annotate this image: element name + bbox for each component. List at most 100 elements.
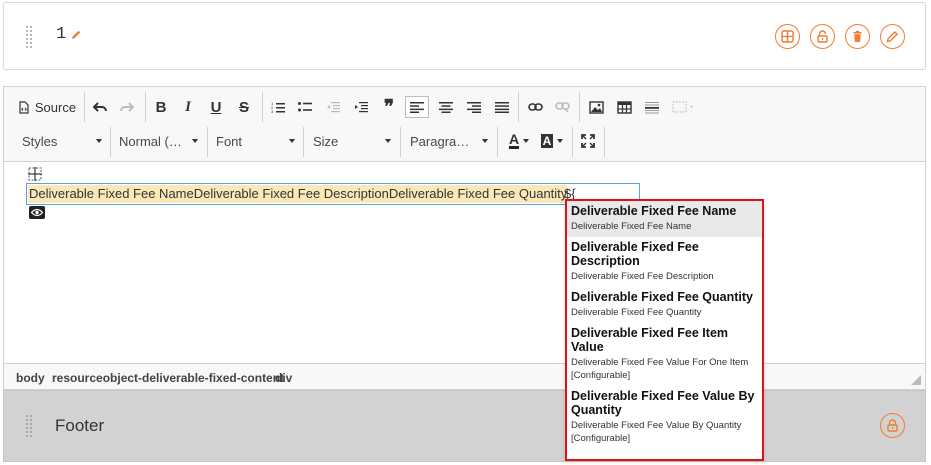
italic-icon: I (185, 98, 191, 115)
underline-button[interactable]: U (206, 95, 226, 119)
autocomplete-item[interactable]: Deliverable Fixed Fee Name Deliverable F… (567, 201, 762, 237)
strikethrough-button[interactable]: S (234, 95, 254, 119)
text-color-icon: A (508, 131, 520, 149)
pencil-icon (886, 31, 898, 43)
autocomplete-item[interactable]: Deliverable Fixed Fee Item Value Deliver… (567, 323, 762, 386)
align-right-icon (467, 102, 481, 113)
image-icon (588, 100, 604, 114)
redo-button[interactable] (117, 95, 137, 119)
eye-icon (31, 208, 43, 217)
path-item-div[interactable]: div (275, 371, 292, 385)
unlink-icon (554, 102, 570, 113)
align-right-button[interactable] (464, 95, 484, 119)
format-dropdown[interactable]: Normal (… (114, 130, 202, 152)
delete-button[interactable] (845, 24, 870, 49)
justify-button[interactable] (492, 95, 512, 119)
chevron-down-icon (385, 139, 391, 143)
horizontal-line-button[interactable] (642, 95, 662, 119)
drag-handle-icon[interactable] (26, 415, 36, 437)
styles-dropdown[interactable]: Styles (16, 130, 106, 152)
autocomplete-item-desc: Deliverable Fixed Fee Value By Quantity … (571, 420, 742, 444)
lock-button[interactable] (880, 413, 905, 438)
font-dropdown[interactable]: Font (211, 130, 299, 152)
toolbar-divider (400, 127, 401, 157)
font-label: Font (216, 133, 243, 149)
table-icon (616, 100, 632, 114)
text-color-button[interactable]: A (504, 129, 534, 153)
format-label: Normal (… (119, 133, 182, 149)
maximize-button[interactable] (577, 129, 599, 153)
bold-button[interactable]: B (151, 95, 171, 119)
more-button[interactable] (668, 95, 700, 119)
chevron-down-icon (523, 139, 530, 143)
underline-icon: U (210, 98, 222, 116)
autocomplete-item-title: Deliverable Fixed Fee Quantity (571, 290, 754, 304)
bulleted-list-button[interactable] (295, 95, 315, 119)
toolbar-divider (145, 92, 146, 122)
autocomplete-item-title: Deliverable Fixed Fee Description (571, 240, 699, 268)
toolbar-divider (518, 92, 519, 122)
chevron-down-icon (289, 139, 295, 143)
chevron-down-icon (192, 139, 198, 143)
source-button[interactable]: Source (16, 95, 78, 119)
align-center-button[interactable] (436, 95, 456, 119)
italic-button[interactable]: I (178, 95, 198, 119)
placeholder-widget[interactable]: Deliverable Fixed Fee NameDeliverable Fi… (26, 183, 640, 205)
bold-icon: B (155, 98, 167, 116)
toolbar-divider (579, 92, 580, 122)
background-color-button[interactable]: A (537, 129, 567, 153)
edit-button[interactable] (880, 24, 905, 49)
drag-handle-icon[interactable] (26, 26, 36, 48)
undo-icon (93, 102, 107, 112)
outdent-button[interactable] (323, 95, 343, 119)
pencil-icon[interactable] (70, 29, 82, 41)
link-button[interactable] (525, 95, 545, 119)
chevron-down-icon (482, 139, 488, 143)
blockquote-button[interactable]: ❞ (379, 95, 399, 119)
justify-icon (495, 102, 509, 113)
unlock-button[interactable] (810, 24, 835, 49)
paragraph-dropdown[interactable]: Paragra… (404, 130, 492, 152)
section-title: 1 (56, 25, 67, 44)
image-button[interactable] (586, 95, 606, 119)
trash-icon (853, 30, 862, 42)
chevron-down-icon (96, 139, 102, 143)
undo-button[interactable] (90, 95, 110, 119)
autocomplete-item-title: Deliverable Fixed Fee Value By Quantity (571, 389, 755, 417)
autocomplete-item-desc: Deliverable Fixed Fee Value For One Item… (571, 357, 749, 381)
autocomplete-item-title: Deliverable Fixed Fee Item Value (571, 326, 729, 354)
grid-icon (781, 30, 794, 43)
path-item-resourceobject[interactable]: resourceobject-deliverable-fixed-content (52, 371, 284, 385)
preview-button[interactable] (29, 206, 45, 219)
path-item-body[interactable]: body (16, 371, 45, 385)
resize-grip-icon[interactable] (911, 375, 921, 385)
autocomplete-dropdown: Deliverable Fixed Fee Name Deliverable F… (565, 199, 764, 461)
styles-label: Styles (22, 133, 58, 149)
header-section: 1 (3, 2, 926, 70)
unlink-button[interactable] (552, 95, 572, 119)
autocomplete-item[interactable]: Deliverable Fixed Fee Quantity Deliverab… (567, 287, 762, 323)
toolbar-divider (110, 127, 111, 157)
redo-icon (120, 102, 134, 112)
autocomplete-item-title: Deliverable Fixed Fee Name (571, 204, 737, 218)
layout-button[interactable] (775, 24, 800, 49)
numbered-list-button[interactable]: 123 (268, 95, 288, 119)
align-left-button[interactable] (405, 96, 429, 118)
background-color-icon: A (540, 134, 554, 148)
size-dropdown[interactable]: Size (307, 130, 395, 152)
strikethrough-icon: S (238, 98, 249, 116)
toolbar-divider (262, 92, 263, 122)
align-center-icon (439, 102, 453, 113)
indent-button[interactable] (351, 95, 371, 119)
autocomplete-item[interactable]: Deliverable Fixed Fee Value By Quantity … (567, 386, 762, 449)
numbered-list-icon: 123 (271, 101, 285, 113)
horizontal-line-icon (645, 101, 659, 113)
table-button[interactable] (614, 95, 634, 119)
move-handle-icon[interactable] (28, 167, 42, 181)
toolbar-divider (572, 127, 573, 157)
editor-content[interactable]: Deliverable Fixed Fee NameDeliverable Fi… (4, 163, 925, 363)
autocomplete-item[interactable]: Deliverable Fixed Fee Description Delive… (567, 237, 762, 287)
unlock-icon (817, 30, 828, 43)
size-label: Size (313, 133, 339, 149)
align-left-icon (410, 102, 424, 113)
